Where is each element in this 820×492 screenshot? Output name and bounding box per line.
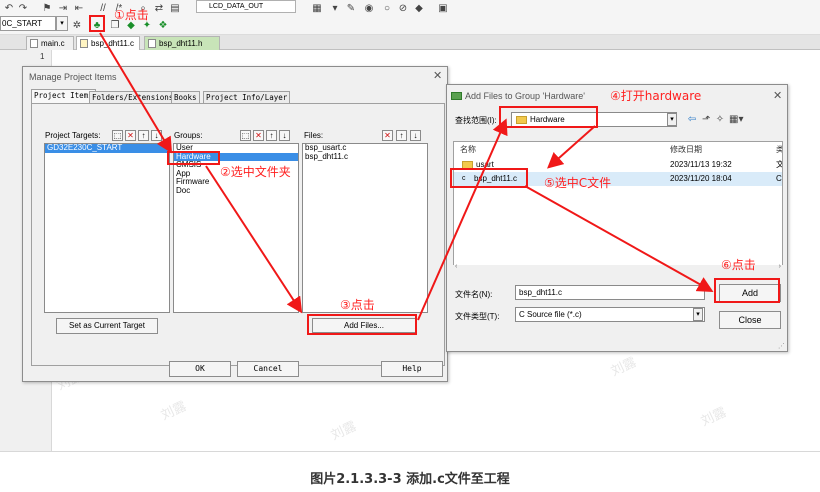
figure-caption: 图片2.1.3.3-3 添加.c文件至工程 bbox=[310, 472, 510, 487]
annotation-arrows bbox=[99, 32, 714, 321]
arrow-3 bbox=[417, 118, 508, 321]
screen: ↶ ↷ ⚑ ⇥ ⇤ // /* ⌕ ⇄ ▤ LCD_DATA_OUT ▦ ▾ ✎… bbox=[0, 0, 820, 452]
arrow-1 bbox=[99, 32, 173, 154]
arrow-4 bbox=[547, 125, 596, 169]
arrow-5 bbox=[524, 185, 714, 292]
arrow-2 bbox=[205, 165, 303, 314]
